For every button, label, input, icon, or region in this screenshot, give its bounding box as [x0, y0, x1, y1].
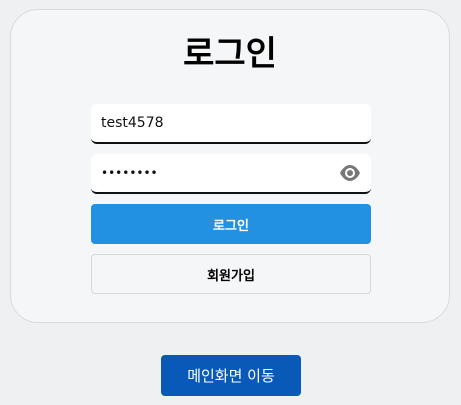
- login-card: 로그인 로그인 회원가입: [10, 9, 450, 323]
- login-button[interactable]: 로그인: [91, 204, 371, 244]
- go-to-main-button[interactable]: 메인화면 이동: [161, 355, 301, 396]
- signup-button[interactable]: 회원가입: [91, 254, 371, 294]
- username-input[interactable]: [91, 104, 371, 142]
- password-input[interactable]: [91, 154, 371, 192]
- page-title: 로그인: [183, 34, 277, 74]
- eye-icon[interactable]: [339, 163, 361, 183]
- password-field[interactable]: [91, 154, 371, 194]
- username-field[interactable]: [91, 104, 371, 144]
